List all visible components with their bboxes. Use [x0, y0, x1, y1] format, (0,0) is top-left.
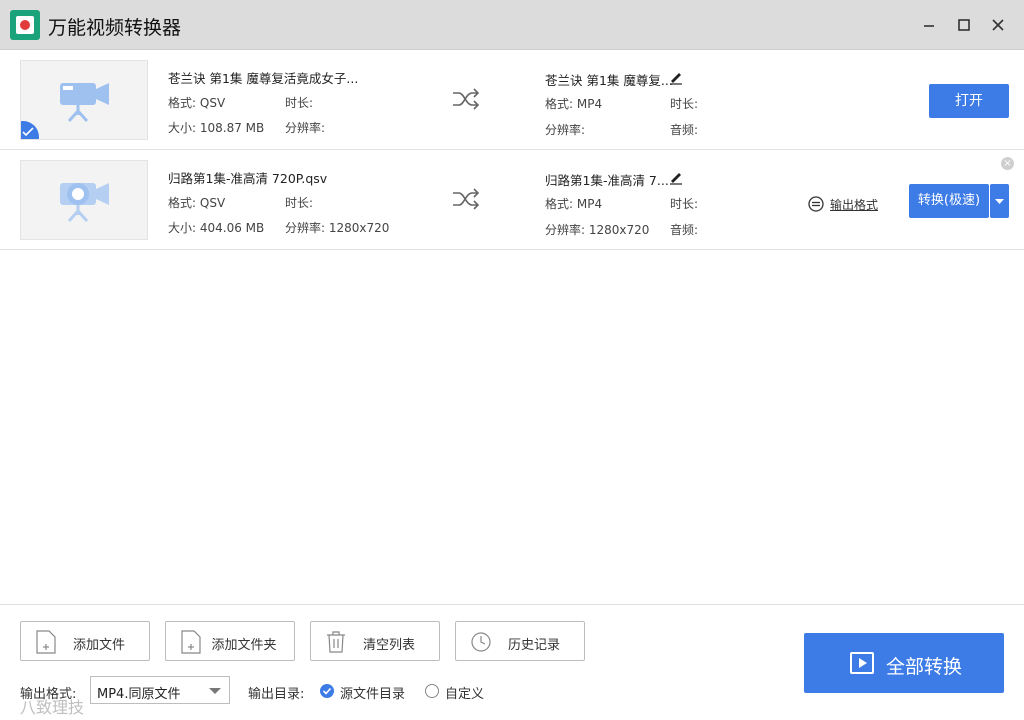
source-file-name: 苍兰诀 第1集 魔尊复活竟成女子...	[168, 71, 359, 86]
output-dir-label: 输出目录:	[248, 687, 305, 702]
close-icon[interactable]	[987, 14, 1009, 36]
chevron-down-icon	[209, 688, 221, 694]
output-duration: 时长:	[670, 197, 699, 211]
source-duration: 时长:	[285, 196, 314, 210]
remove-file-icon[interactable]: ×	[1001, 157, 1014, 170]
check-icon	[322, 687, 332, 695]
app-logo-icon	[10, 10, 40, 40]
output-format: 格式: MP4	[545, 97, 603, 111]
watermark: 八致理技	[20, 698, 85, 717]
radio-custom-dir[interactable]	[425, 684, 439, 698]
divider	[0, 604, 1024, 605]
convert-fast-button[interactable]: 转换(极速)	[909, 184, 989, 218]
source-duration: 时长:	[285, 96, 314, 110]
edit-pencil-icon[interactable]	[668, 69, 684, 85]
radio-source-dir[interactable]	[320, 684, 334, 698]
output-file-name: 归路第1集-准高清 7...	[545, 173, 669, 188]
output-resolution: 分辨率: 1280x720	[545, 223, 650, 237]
source-file-name: 归路第1集-准高清 720P.qsv	[168, 171, 328, 186]
open-button[interactable]: 打开	[929, 84, 1009, 118]
play-icon	[850, 652, 874, 674]
file-row[interactable]: 苍兰诀 第1集 魔尊复活竟成女子... 格式: QSV 大小: 108.87 M…	[0, 50, 1024, 150]
source-format: 格式: QSV	[168, 96, 226, 110]
output-audio: 音频:	[670, 123, 699, 137]
video-thumbnail	[20, 60, 148, 140]
history-button[interactable]: 历史记录	[455, 621, 585, 661]
convert-dropdown-button[interactable]	[990, 184, 1009, 218]
minimize-icon[interactable]	[918, 14, 940, 36]
edit-pencil-icon[interactable]	[668, 169, 684, 185]
source-resolution: 分辨率: 1280x720	[285, 221, 390, 235]
output-duration: 时长:	[670, 97, 699, 111]
output-resolution: 分辨率:	[545, 123, 586, 137]
maximize-icon[interactable]	[953, 14, 975, 36]
title-bar: 万能视频转换器	[0, 0, 1024, 50]
clear-list-button[interactable]: 清空列表	[310, 621, 440, 661]
format-settings-icon	[808, 196, 824, 212]
video-camera-icon	[60, 183, 109, 223]
output-format: 格式: MP4	[545, 197, 603, 211]
output-format-link[interactable]: 输出格式	[808, 196, 878, 213]
source-format: 格式: QSV	[168, 196, 226, 210]
output-format-select[interactable]: MP4.同原文件	[90, 676, 230, 704]
caret-down-icon	[995, 199, 1004, 204]
video-thumbnail	[20, 160, 148, 240]
app-title: 万能视频转换器	[48, 17, 182, 39]
source-resolution: 分辨率:	[285, 121, 326, 135]
output-file-name: 苍兰诀 第1集 魔尊复...	[545, 73, 673, 88]
output-audio: 音频:	[670, 223, 699, 237]
convert-all-button[interactable]: 全部转换	[804, 633, 1004, 693]
source-size: 大小: 108.87 MB	[168, 121, 265, 135]
add-file-button[interactable]: 添加文件	[20, 621, 150, 661]
video-camera-icon	[60, 83, 109, 123]
source-size: 大小: 404.06 MB	[168, 221, 265, 235]
shuffle-icon	[453, 88, 480, 110]
shuffle-icon	[453, 188, 480, 210]
radio-custom-dir-label[interactable]: 自定义	[445, 683, 484, 702]
radio-source-dir-label[interactable]: 源文件目录	[340, 683, 405, 702]
add-folder-button[interactable]: 添加文件夹	[165, 621, 295, 661]
